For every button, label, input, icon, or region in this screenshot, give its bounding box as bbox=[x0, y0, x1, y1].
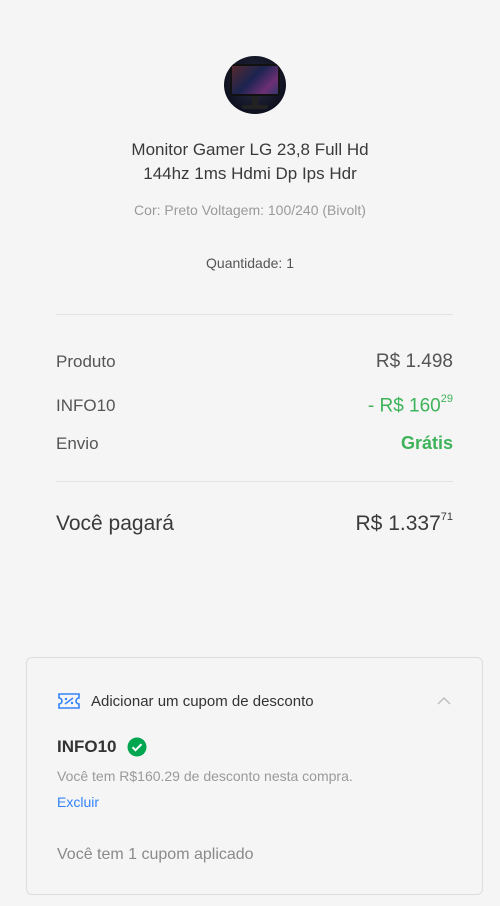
summary-row-total: Você pagará R$ 1.33771 bbox=[56, 511, 453, 536]
summary-label-shipping: Envio bbox=[56, 434, 99, 453]
check-icon bbox=[127, 737, 147, 757]
coupon-toggle[interactable]: Adicionar um cupom de desconto bbox=[57, 692, 452, 710]
summary-value-total: R$ 1.33771 bbox=[355, 511, 453, 536]
summary-value-product: R$ 1.498 bbox=[375, 351, 453, 372]
summary-value-coupon: - R$ 16029 bbox=[367, 393, 453, 417]
product-title-line1: Monitor Gamer LG 23,8 Full Hd bbox=[131, 140, 369, 159]
summary-label-product: Produto bbox=[56, 352, 116, 371]
ticket-icon bbox=[58, 693, 80, 709]
monitor-screen bbox=[230, 64, 280, 96]
applied-coupon-code: INFO10 bbox=[57, 737, 147, 757]
coupon-code: INFO10 bbox=[57, 737, 117, 756]
chevron-up-icon[interactable] bbox=[436, 694, 452, 706]
coupons-applied-text: Você tem 1 cupom aplicado bbox=[57, 846, 254, 863]
product-title: Monitor Gamer LG 23,8 Full Hd 144hz 1ms … bbox=[80, 138, 420, 186]
product-quantity: Quantidade: 1 bbox=[206, 255, 294, 271]
coupon-header-label: Adicionar um cupom de desconto bbox=[91, 692, 314, 710]
total-cents: 71 bbox=[440, 511, 453, 523]
summary-label-coupon: INFO10 bbox=[56, 396, 116, 416]
coupon-panel: Adicionar um cupom de desconto INFO10 Vo… bbox=[26, 657, 483, 895]
product-variant: Cor: Preto Voltagem: 100/240 (Bivolt) bbox=[134, 202, 366, 218]
product-title-line2: 144hz 1ms Hdmi Dp Ips Hdr bbox=[143, 164, 357, 183]
summary-label-total: Você pagará bbox=[56, 512, 174, 535]
summary-row-coupon: INFO10 - R$ 16029 bbox=[56, 393, 453, 417]
divider bbox=[56, 314, 453, 315]
summary-row-shipping: Envio Grátis bbox=[56, 433, 453, 454]
total-amount: R$ 1.337 bbox=[355, 512, 441, 535]
monitor-base bbox=[242, 105, 268, 109]
remove-coupon-link[interactable]: Excluir bbox=[57, 794, 99, 810]
product-image bbox=[224, 56, 286, 114]
divider bbox=[56, 481, 453, 482]
coupon-discount-message: Você tem R$160.29 de desconto nesta comp… bbox=[57, 768, 353, 784]
summary-row-product: Produto R$ 1.498 bbox=[56, 351, 453, 373]
coupon-discount-amount: - R$ 160 bbox=[367, 395, 441, 417]
coupon-discount-cents: 29 bbox=[440, 393, 453, 405]
summary-value-shipping: Grátis bbox=[400, 433, 453, 453]
